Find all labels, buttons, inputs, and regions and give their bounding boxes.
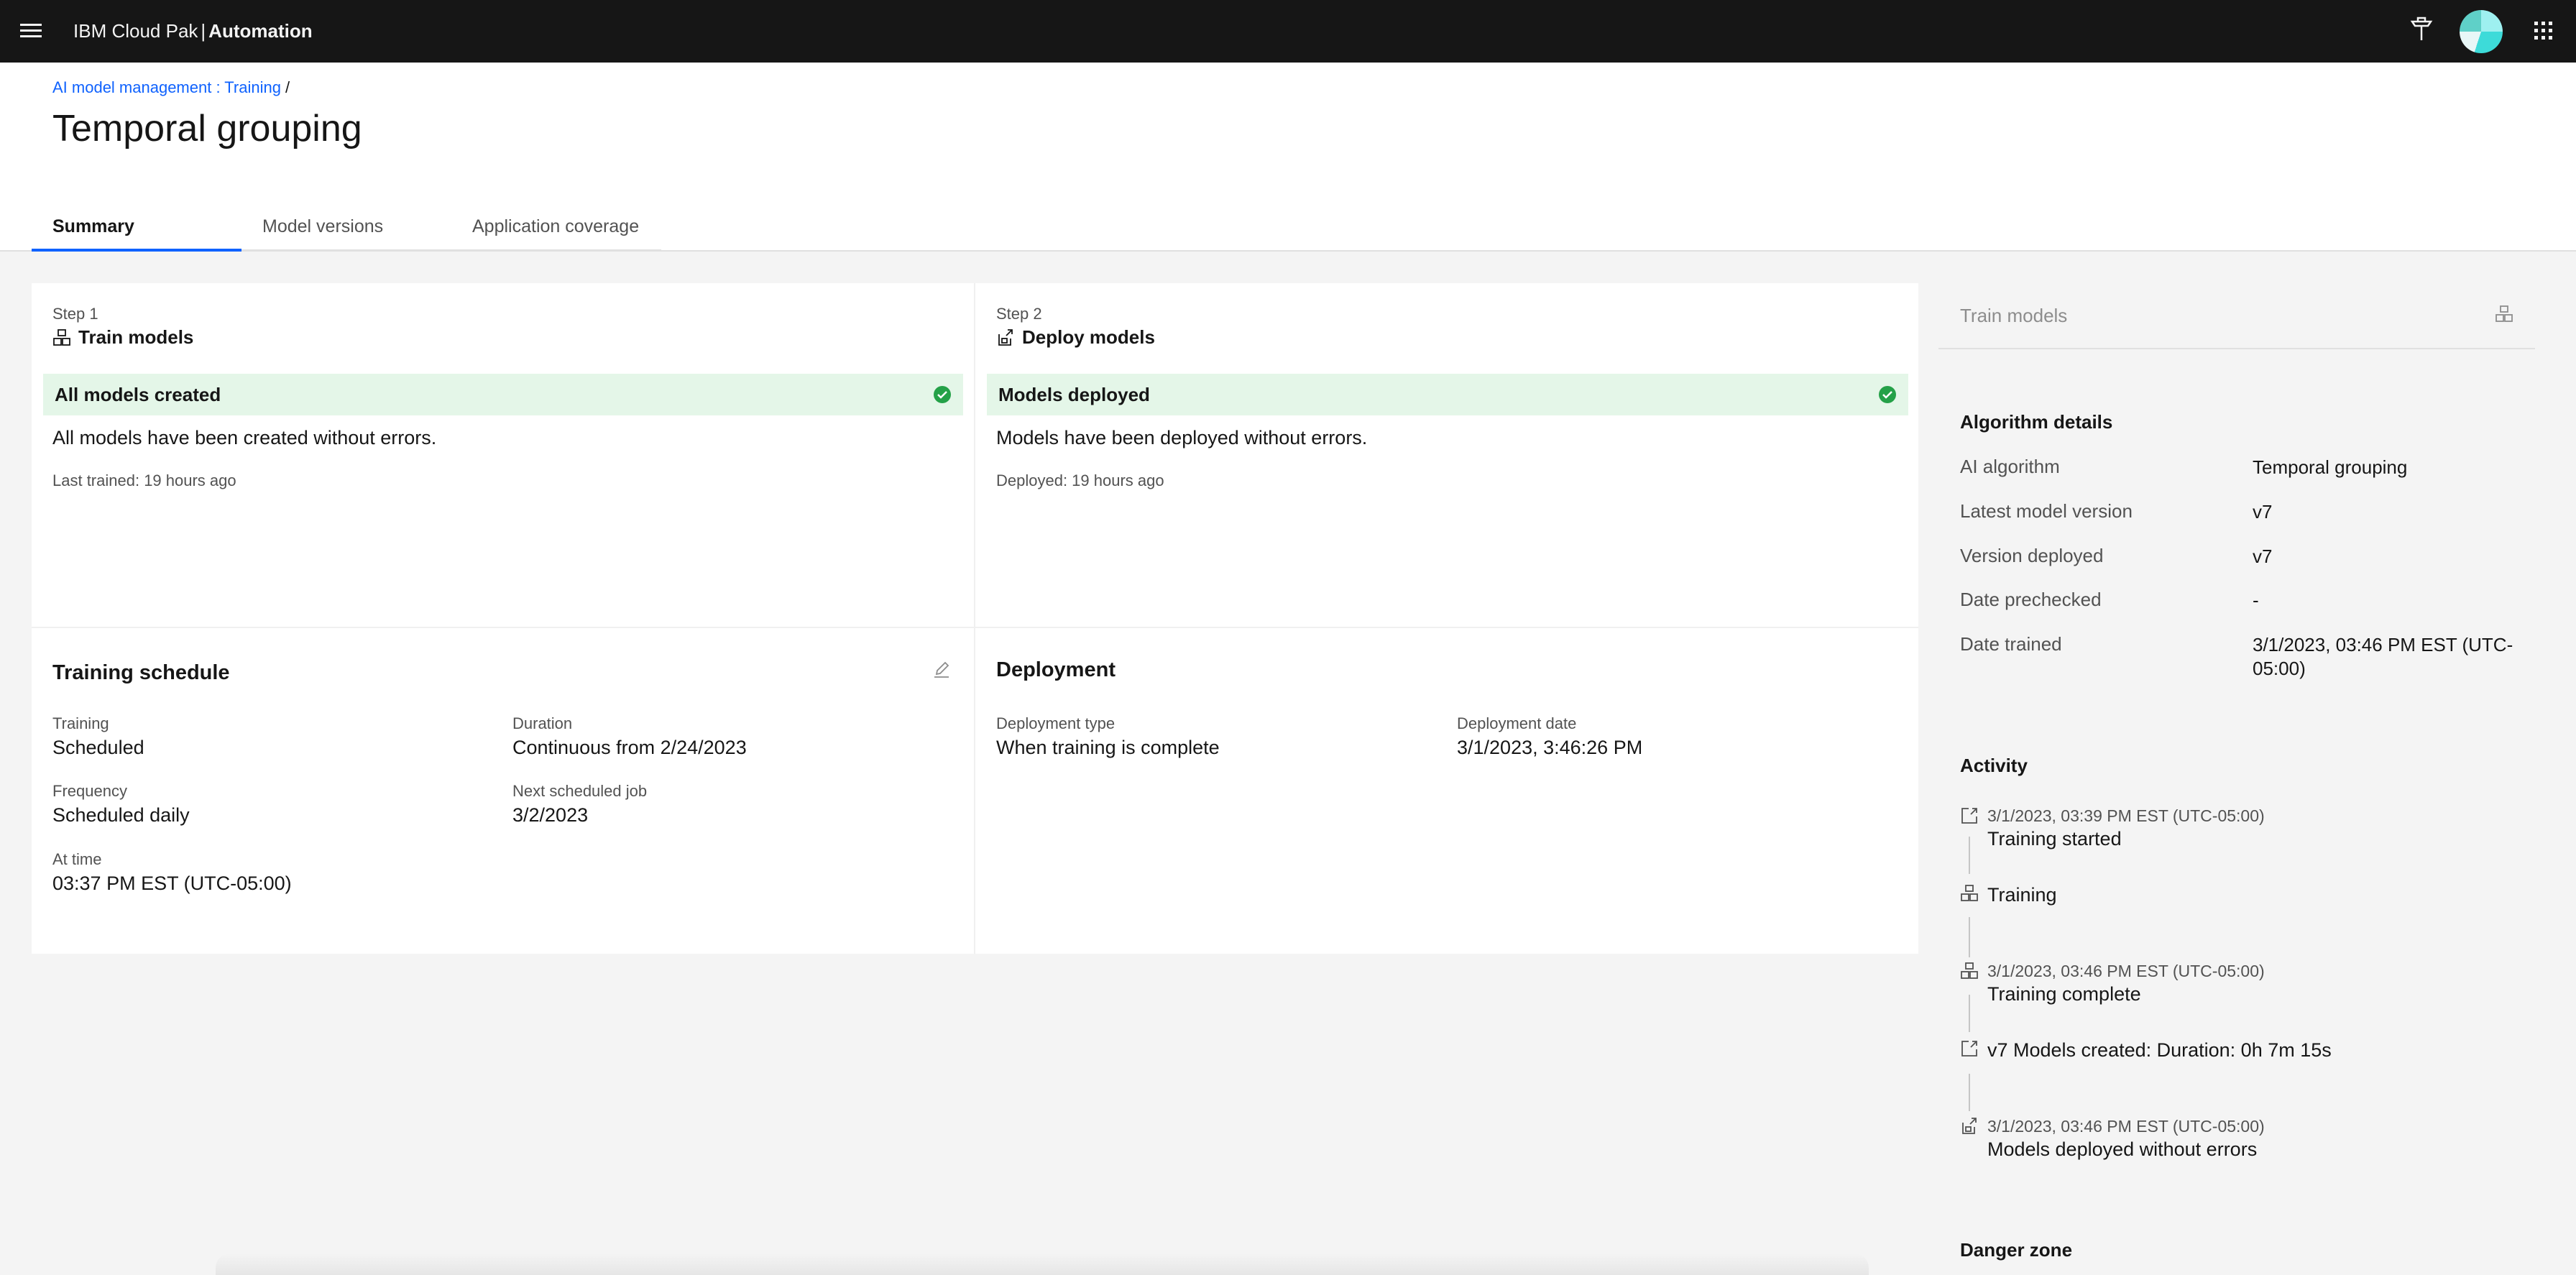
detail-key: AI algorithm	[1960, 456, 2060, 477]
danger-zone-title: Danger zone	[1960, 1239, 2073, 1261]
activity-text: Training complete	[1987, 983, 2141, 1005]
frequency-label: Frequency	[52, 782, 127, 800]
timeline-connector	[1969, 917, 1970, 957]
tab-application-coverage[interactable]: Application coverage	[451, 206, 661, 252]
step1-title-text: Train models	[78, 326, 194, 348]
step2-title: Deploy models	[996, 326, 1155, 349]
timeline-connector	[1969, 995, 1970, 1032]
page-title: Temporal grouping	[52, 108, 362, 149]
deploy-icon	[1962, 1118, 1977, 1134]
activity-text: Models deployed without errors	[1987, 1138, 2258, 1160]
detail-value: 3/1/2023, 03:46 PM EST (UTC-05:00)	[2253, 634, 2513, 679]
side-panel: Train models Algorithm details AI algori…	[1938, 283, 2535, 1275]
step1-label: Step 1	[52, 305, 98, 323]
breadcrumb: AI model management : Training /	[52, 78, 290, 97]
page-header: AI model management : Training / Temporal…	[0, 63, 2576, 252]
models-icon	[1961, 962, 1978, 979]
brand-prefix: IBM Cloud Pak	[73, 20, 198, 42]
activity-text: Training started	[1987, 828, 2122, 850]
step2-success-banner: Models deployed	[987, 374, 1908, 415]
step1-banner-text: All models created	[55, 383, 221, 405]
deploy-icon	[998, 328, 1013, 346]
breadcrumb-link[interactable]: AI model management : Training	[52, 78, 281, 96]
detail-key: Latest model version	[1960, 500, 2133, 522]
brand-product: Automation	[208, 20, 313, 42]
bottom-shadow	[216, 1253, 1869, 1275]
activity-text: v7 Models created: Duration: 0h 7m 15s	[1987, 1039, 2332, 1061]
detail-value: -	[2253, 589, 2259, 611]
timeline-connector	[1969, 837, 1970, 874]
step2-meta: Deployed: 19 hours ago	[996, 471, 1164, 489]
tab-model-versions[interactable]: Model versions	[242, 206, 451, 252]
models-icon	[2496, 305, 2513, 322]
avatar[interactable]	[2460, 10, 2503, 53]
step1-title: Train models	[52, 326, 193, 349]
deployment-type-label: Deployment type	[996, 714, 1116, 732]
step1-meta: Last trained: 19 hours ago	[52, 471, 236, 489]
at-time-value: 03:37 PM EST (UTC-05:00)	[52, 873, 292, 894]
edit-icon[interactable]	[932, 660, 952, 680]
detail-key: Date trained	[1960, 633, 2062, 655]
tab-summary[interactable]: Summary	[32, 206, 242, 252]
step2-label: Step 2	[996, 305, 1042, 323]
at-time-label: At time	[52, 850, 102, 868]
detail-value: v7	[2253, 501, 2273, 523]
deployment-date-label: Deployment date	[1457, 714, 1577, 732]
step2-banner-text: Models deployed	[998, 383, 1150, 405]
training-schedule-title: Training schedule	[52, 661, 230, 684]
activity-title: Activity	[1960, 755, 2028, 776]
brand-separator: |	[201, 20, 206, 42]
step1-success-banner: All models created	[43, 374, 963, 415]
app-switcher-icon[interactable]	[2533, 20, 2554, 45]
tab-list: Summary Model versions Application cover…	[32, 206, 661, 252]
side-panel-header[interactable]: Train models	[1938, 283, 2535, 349]
checkmark-filled-icon	[1879, 386, 1896, 403]
pin-icon[interactable]	[2409, 16, 2434, 48]
step2-title-text: Deploy models	[1022, 326, 1155, 348]
next-job-value: 3/2/2023	[512, 804, 589, 826]
detail-value: v7	[2253, 546, 2273, 567]
detail-key: Version deployed	[1960, 545, 2104, 566]
models-icon	[53, 328, 70, 346]
side-panel-header-text: Train models	[1960, 305, 2068, 326]
models-icon	[1961, 885, 1978, 901]
divider	[32, 627, 1918, 628]
activity-timestamp: 3/1/2023, 03:46 PM EST (UTC-05:00)	[1987, 1117, 2265, 1136]
frequency-value: Scheduled daily	[52, 804, 190, 826]
step2-message: Models have been deployed without errors…	[996, 427, 1368, 448]
top-bar: IBM Cloud Pak | Automation	[0, 0, 2576, 63]
menu-icon[interactable]	[20, 20, 42, 42]
step1-message: All models have been created without err…	[52, 427, 437, 448]
training-value: Scheduled	[52, 737, 144, 758]
deployment-title: Deployment	[996, 658, 1116, 681]
training-label: Training	[52, 714, 109, 732]
next-job-label: Next scheduled job	[512, 782, 648, 800]
detail-value: Temporal grouping	[2253, 456, 2408, 478]
divider	[974, 283, 975, 954]
breadcrumb-separator: /	[285, 78, 290, 96]
start-icon	[1961, 808, 1977, 824]
summary-card: Step 1 Train models All models created A…	[32, 283, 1918, 954]
algorithm-details-title: Algorithm details	[1960, 411, 2113, 433]
duration-value: Continuous from 2/24/2023	[512, 737, 747, 758]
activity-timestamp: 3/1/2023, 03:39 PM EST (UTC-05:00)	[1987, 806, 2265, 825]
activity-timestamp: 3/1/2023, 03:46 PM EST (UTC-05:00)	[1987, 962, 2265, 980]
deployment-type-value: When training is complete	[996, 737, 1220, 758]
brand[interactable]: IBM Cloud Pak | Automation	[73, 19, 313, 42]
timeline-connector	[1969, 1074, 1970, 1111]
checkmark-filled-icon	[934, 386, 951, 403]
detail-key: Date prechecked	[1960, 589, 2102, 610]
start-icon	[1961, 1041, 1977, 1057]
deployment-date-value: 3/1/2023, 3:46:26 PM	[1457, 737, 1643, 758]
activity-text: Training	[1987, 884, 2057, 906]
duration-label: Duration	[512, 714, 573, 732]
